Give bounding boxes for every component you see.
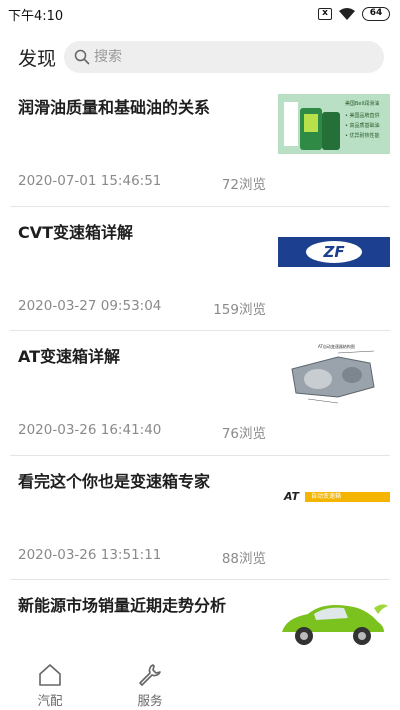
wifi-icon — [339, 8, 355, 20]
thumbnail-caption: AT自动变速器结构图 — [318, 344, 355, 349]
status-icons: x 64 — [318, 7, 390, 21]
tab-service[interactable]: 服务 — [100, 652, 200, 710]
transmission-diagram-thumbnail — [278, 343, 390, 409]
article-date: 2020-07-01 15:46:51 — [18, 173, 162, 189]
article-date: 2020-03-26 13:51:11 — [18, 546, 162, 563]
article-title: AT变速箱详解 — [18, 347, 121, 366]
zf-logo-thumbnail: ZF — [278, 236, 390, 267]
search-bar[interactable] — [64, 41, 384, 73]
thumbnail-line: • 优异耐热性能 — [345, 133, 380, 139]
article-item[interactable]: 润滑油质量和基础油的关系 美国Bell润滑油 • 美国品牌直供 • 高品质基础油… — [10, 82, 390, 207]
tab-label: 服务 — [137, 693, 163, 708]
article-views: 72浏览 — [221, 177, 266, 193]
article-date: 2020-03-26 16:41:40 — [18, 422, 162, 438]
electric-car-thumbnail — [282, 604, 388, 645]
search-input[interactable] — [94, 49, 334, 65]
tab-label: 汽配 — [37, 693, 63, 708]
search-icon — [74, 49, 90, 65]
article-title: CVT变速箱详解 — [18, 222, 134, 242]
article-title: 看完这个你也是变速箱专家 — [18, 471, 211, 491]
article-views: 88浏览 — [221, 550, 266, 567]
article-item[interactable]: AT变速箱详解 AT自动变速器结构图 2020-03-26 16:41:40 7… — [10, 331, 390, 456]
thumbnail-caption: 美国Bell润滑油 • 美国品牌直供 • 高品质基础油 • 优异耐热性能 — [345, 100, 395, 139]
thumbnail-brand-text: 美国Bell润滑油 — [345, 101, 380, 107]
at-banner-text: AT — [284, 490, 299, 503]
zf-logo-text: ZF — [323, 242, 345, 261]
article-date: 2020-03-27 09:53:04 — [18, 297, 162, 314]
tab-parts[interactable]: 汽配 — [0, 652, 100, 710]
article-item[interactable]: CVT变速箱详解 ZF 2020-03-27 09:53:04 159浏览 — [10, 207, 390, 331]
wrench-icon — [139, 664, 161, 686]
page-title: 发现 — [18, 47, 57, 70]
thumbnail-line: • 高品质基础油 — [345, 123, 380, 129]
status-bar: 下午4:10 x 64 — [0, 0, 400, 28]
article-views: 76浏览 — [221, 426, 266, 442]
article-title: 新能源市场销量近期走势分析 — [18, 596, 227, 615]
bottom-tab-bar: 汽配 服务 — [0, 652, 400, 710]
header: 发现 — [0, 40, 400, 74]
close-box-icon: x — [318, 8, 332, 20]
article-views: 159浏览 — [213, 301, 266, 318]
article-item[interactable]: 看完这个你也是变速箱专家 AT 自动变速箱 2020-03-26 13:51:1… — [10, 456, 390, 580]
at-banner-subtext: 自动变速箱 — [304, 491, 390, 502]
zf-logo-badge: ZF — [306, 240, 362, 263]
article-list: 润滑油质量和基础油的关系 美国Bell润滑油 • 美国品牌直供 • 高品质基础油… — [10, 82, 390, 705]
article-title: 润滑油质量和基础油的关系 — [18, 98, 211, 117]
home-icon — [39, 664, 61, 686]
at-banner-thumbnail: AT 自动变速箱 — [278, 489, 390, 504]
status-time: 下午4:10 — [8, 8, 64, 24]
thumbnail-line: • 美国品牌直供 — [345, 113, 380, 119]
battery-indicator: 64 — [362, 7, 390, 21]
